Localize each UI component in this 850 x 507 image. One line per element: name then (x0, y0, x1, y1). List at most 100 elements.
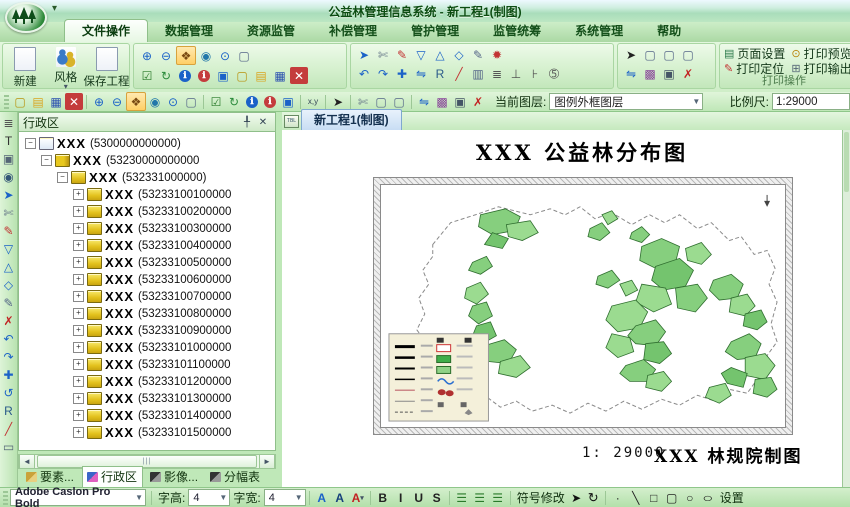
save-icon[interactable]: ▦ (271, 67, 289, 84)
select-feature-icon[interactable]: ▢ (641, 46, 659, 63)
tree-row[interactable]: +XXX(53233100100000 (19, 186, 275, 203)
draw-line-icon[interactable]: ╱ (450, 65, 468, 82)
roundrect-tool-icon[interactable]: ▢ (663, 489, 681, 506)
style-button[interactable]: 风格▾ (46, 45, 87, 89)
rect-tool-icon[interactable]: □ (645, 489, 663, 506)
close-project-icon[interactable]: ✕ (65, 93, 83, 110)
zoom-out-icon[interactable]: ⊖ (157, 47, 175, 64)
tree-row[interactable]: +XXX(53233100900000 (19, 322, 275, 339)
expand-icon[interactable]: + (73, 291, 84, 302)
tri-icon[interactable]: △ (1, 258, 17, 276)
flip-order-icon[interactable]: ⇋ (622, 65, 640, 82)
pen-icon[interactable]: ✎ (1, 222, 17, 240)
align-right-edge-icon[interactable]: ⊦ (526, 65, 544, 82)
pin-icon[interactable]: ╀ (239, 115, 255, 130)
tree-row[interactable]: +XXX(53233100600000 (19, 271, 275, 288)
tree-row[interactable]: +XXX(53233100700000 (19, 288, 275, 305)
tree-row[interactable]: +XXX(53233101400000 (19, 407, 275, 424)
tree-row[interactable]: +XXX(53233100500000 (19, 254, 275, 271)
ribbon-tab-文件操作[interactable]: 文件操作 (64, 19, 148, 42)
expand-icon[interactable]: + (73, 427, 84, 438)
identify-info-icon[interactable]: ℹ (176, 67, 194, 84)
bold-icon[interactable]: B (374, 489, 392, 506)
rect-icon[interactable]: ▭ (1, 438, 17, 456)
font-color-a3-icon[interactable]: A▾ (349, 489, 367, 506)
current-layer-combobox[interactable]: 图例外框图层 ▼ (549, 93, 703, 110)
font-color-a2-icon[interactable]: A (331, 489, 349, 506)
tree-row[interactable]: +XXX(53233101000000 (19, 339, 275, 356)
diamond-icon[interactable]: ◇ (1, 276, 17, 294)
identify-red-icon[interactable]: ℹ (195, 67, 213, 84)
scale-input[interactable]: 1:29000 (772, 93, 850, 110)
expand-icon[interactable]: + (73, 206, 84, 217)
tree-row[interactable]: −XXX(53230000000000 (19, 152, 275, 169)
ribbon-tab-帮助[interactable]: 帮助 (640, 20, 698, 42)
tree-row[interactable]: +XXX(53233101300000 (19, 390, 275, 407)
zoom-rect-icon[interactable]: ▢ (235, 47, 253, 64)
new-doc-icon[interactable]: ▢ (233, 67, 251, 84)
magnifier-icon[interactable]: ⊙ (216, 47, 234, 64)
select-lasso-icon[interactable]: ▢ (679, 46, 697, 63)
open-project-icon[interactable]: ▤ (252, 67, 270, 84)
draw-rect-icon[interactable]: ▥ (469, 65, 487, 82)
tree-row[interactable]: +XXX(53233101500000 (19, 424, 275, 441)
tree-row[interactable]: −XXX(532331000000) (19, 169, 275, 186)
measure-icon[interactable]: ≣ (1, 114, 17, 132)
measure-icon[interactable]: ≣ (488, 65, 506, 82)
close-icon[interactable]: ✕ (255, 115, 271, 130)
align-right-icon[interactable]: ☰ (489, 489, 507, 506)
pan-icon[interactable]: ❖ (176, 46, 196, 65)
expand-icon[interactable]: + (73, 257, 84, 268)
expand-icon[interactable]: + (73, 410, 84, 421)
select-check-icon[interactable]: ☑ (138, 67, 156, 84)
polygon-icon[interactable]: △ (431, 46, 449, 63)
line-tool-icon[interactable]: ╲ (627, 489, 645, 506)
flip-icon[interactable]: ⇋ (412, 65, 430, 82)
open-project-icon[interactable]: ▤ (29, 93, 47, 110)
panel-tab-elements[interactable]: 要素... (22, 467, 79, 487)
tree-row[interactable]: +XXX(53233101100000 (19, 356, 275, 373)
ribbon-tab-数据管理[interactable]: 数据管理 (148, 20, 230, 42)
full-extent-icon[interactable]: ▣ (279, 93, 297, 110)
rotate-icon[interactable]: ↺ (1, 384, 17, 402)
eye-icon[interactable]: ◉ (1, 168, 17, 186)
close-project-icon[interactable]: ✕ (290, 67, 308, 84)
view-scale-icon[interactable]: ➄ (545, 65, 563, 82)
map-canvas[interactable]: XXX 公益林分布图 (282, 130, 842, 487)
refresh-doc-icon[interactable]: ↻ (157, 67, 175, 84)
tree-row[interactable]: +XXX(53233100300000 (19, 220, 275, 237)
undo-icon[interactable]: ↶ (1, 330, 17, 348)
page-setup-item[interactable]: ▤页面设置 (724, 46, 785, 61)
tree-row[interactable]: +XXX(53233101200000 (19, 373, 275, 390)
app-logo-icon[interactable] (5, 2, 47, 33)
select-rect-icon[interactable]: ▢ (660, 46, 678, 63)
edit-icon[interactable]: ✎ (1, 294, 17, 312)
ribbon-tab-补偿管理[interactable]: 补偿管理 (312, 20, 394, 42)
underline-icon[interactable]: U (410, 489, 428, 506)
sketch-pen-icon[interactable]: ✎ (393, 46, 411, 63)
canvas-vertical-scrollbar[interactable] (842, 130, 850, 487)
font-combobox[interactable]: Adobe Caslon Pro Bold ▼ (10, 489, 146, 506)
rotate-icon[interactable]: ↻ (585, 490, 602, 506)
zoom-out-icon[interactable]: ⊖ (108, 93, 126, 110)
tree-row[interactable]: −XXX(5300000000000) (19, 135, 275, 152)
expand-icon[interactable]: + (73, 274, 84, 285)
magnifier-icon[interactable]: ⊙ (164, 93, 182, 110)
zoom-rect-icon[interactable]: ▢ (182, 93, 200, 110)
xy-coordinate-icon[interactable]: x,y (304, 93, 322, 110)
zoom-in-icon[interactable]: ⊕ (90, 93, 108, 110)
align-left-edge-icon[interactable]: ⊥ (507, 65, 525, 82)
move-feature-icon[interactable]: ✚ (393, 65, 411, 82)
undo-icon[interactable]: ↶ (355, 65, 373, 82)
symbol-modify-button[interactable]: 符号修改 (517, 489, 565, 506)
edit-feature-icon[interactable]: ✎ (469, 46, 487, 63)
cursor-icon[interactable]: ➤ (329, 93, 347, 110)
document-tab[interactable]: 新工程1(制图) (301, 109, 402, 130)
navigate-icon[interactable]: ➤ (355, 46, 373, 63)
delete-icon[interactable]: ✗ (1, 312, 17, 330)
delete-icon[interactable]: ✗ (679, 65, 697, 82)
replace-icon[interactable]: R (431, 65, 449, 82)
align-left-icon[interactable]: ☰ (453, 489, 471, 506)
select-rect-icon[interactable]: ▢ (372, 93, 390, 110)
redo-icon[interactable]: ↷ (1, 348, 17, 366)
